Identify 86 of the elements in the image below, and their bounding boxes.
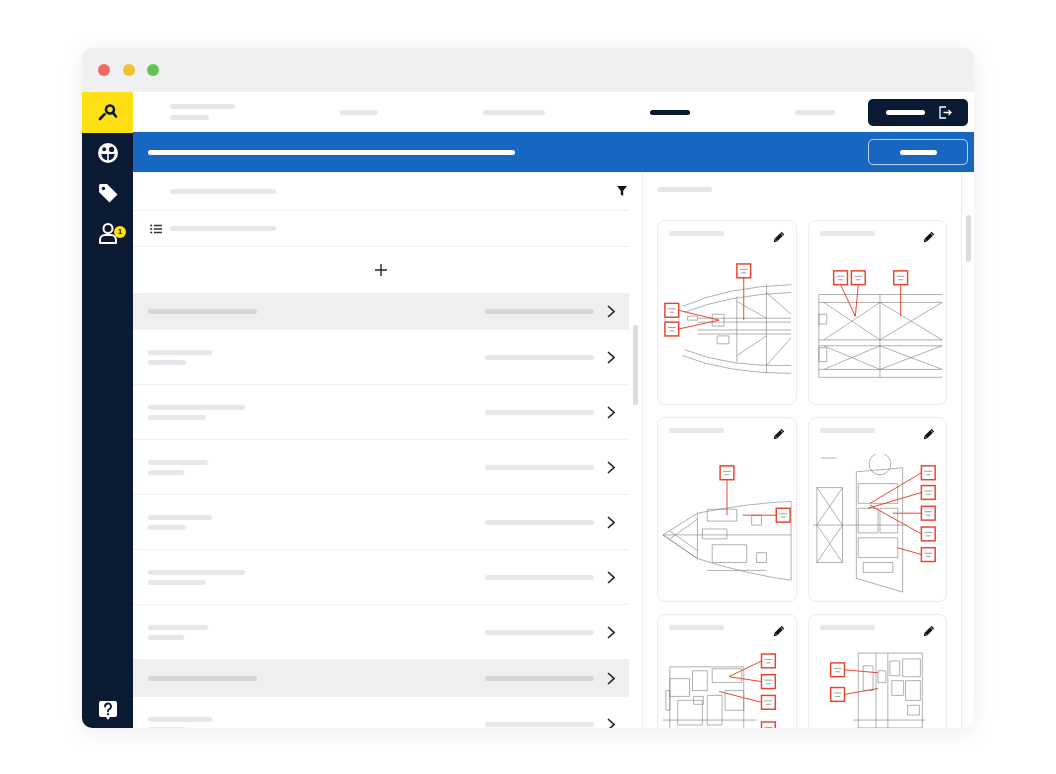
zoom-button[interactable] — [147, 64, 159, 76]
user-icon[interactable] — [97, 222, 118, 244]
chevron-icon — [607, 717, 615, 728]
plus-icon[interactable] — [375, 264, 387, 276]
placeholder-bar — [148, 359, 186, 365]
smiley-icon[interactable] — [96, 142, 119, 164]
placeholder-bar — [170, 104, 235, 109]
placeholder-bar — [820, 428, 875, 433]
outline-button[interactable] — [868, 139, 968, 165]
pencil-icon[interactable] — [773, 625, 785, 637]
location-marker — [920, 465, 936, 481]
location-marker — [829, 686, 846, 703]
chevron-icon — [607, 515, 615, 529]
pencil-icon[interactable] — [773, 231, 785, 243]
pencil-icon[interactable] — [773, 428, 785, 440]
placeholder-bar — [657, 187, 712, 192]
notification-badge: 1 — [114, 226, 126, 238]
pencil-icon[interactable] — [923, 428, 935, 440]
placeholder-bar — [148, 716, 212, 722]
placeholder-bar — [669, 428, 724, 433]
placeholder-bar — [886, 109, 925, 115]
location-marker — [850, 270, 866, 286]
logout-icon — [938, 105, 952, 119]
placeholder-bar — [669, 625, 724, 630]
leader-line — [718, 691, 762, 703]
placeholder-bar — [899, 149, 937, 155]
location-marker — [760, 653, 777, 669]
location-marker — [920, 526, 936, 542]
placeholder-bar — [820, 231, 875, 236]
minimize-button[interactable] — [122, 64, 135, 76]
chevron-icon — [607, 460, 615, 474]
location-marker — [664, 302, 680, 318]
location-marker — [893, 270, 909, 286]
placeholder-bar — [148, 459, 208, 465]
pencil-icon[interactable] — [923, 231, 935, 243]
leader-line — [900, 284, 902, 317]
leader-line — [678, 319, 720, 330]
leader-line — [844, 669, 879, 674]
leader-line — [742, 514, 777, 516]
tag-icon[interactable] — [96, 182, 119, 204]
placeholder-bar — [148, 579, 206, 585]
list-row[interactable] — [133, 293, 629, 330]
placeholder-bar — [148, 634, 184, 640]
scrollbar-thumb[interactable] — [965, 215, 971, 262]
help-icon[interactable] — [97, 700, 118, 720]
logout-button[interactable] — [868, 98, 968, 126]
location-marker — [829, 662, 846, 678]
pencil-icon[interactable] — [923, 625, 935, 637]
leader-line — [897, 547, 922, 556]
location-marker — [760, 694, 777, 710]
chevron-icon — [607, 625, 615, 639]
location-marker — [775, 507, 791, 523]
location-marker — [760, 674, 777, 690]
placeholder-bar — [669, 231, 724, 236]
leader-line — [743, 277, 745, 321]
placeholder-bar — [148, 414, 206, 420]
leader-line — [678, 309, 720, 321]
location-marker — [920, 484, 936, 501]
list-row[interactable] — [133, 660, 629, 697]
placeholder-bar — [148, 349, 212, 355]
placeholder-bar — [170, 115, 209, 120]
location-marker — [920, 546, 936, 563]
location-marker — [736, 263, 752, 279]
leader-line — [844, 688, 879, 695]
filter-icon[interactable] — [617, 186, 627, 196]
placeholder-bar — [148, 514, 212, 520]
nav-tab[interactable] — [650, 109, 690, 115]
chevron-icon — [607, 570, 615, 584]
chevron-icon — [607, 405, 615, 419]
chevron-icon — [607, 350, 615, 364]
list-icon[interactable] — [150, 223, 162, 234]
leader-line — [726, 479, 728, 516]
location-marker — [664, 321, 680, 337]
close-button[interactable] — [98, 64, 110, 76]
placeholder-bar — [148, 624, 208, 630]
chevron-icon — [607, 672, 615, 685]
logo-icon[interactable] — [82, 92, 133, 133]
scrollbar-thumb[interactable] — [633, 325, 638, 405]
location-marker — [760, 721, 777, 728]
placeholder-bar — [148, 469, 184, 475]
location-marker — [920, 505, 936, 521]
location-marker — [719, 465, 735, 481]
chevron-icon — [607, 305, 615, 318]
placeholder-bar — [820, 625, 875, 630]
placeholder-bar — [148, 524, 186, 530]
location-marker — [832, 270, 849, 286]
